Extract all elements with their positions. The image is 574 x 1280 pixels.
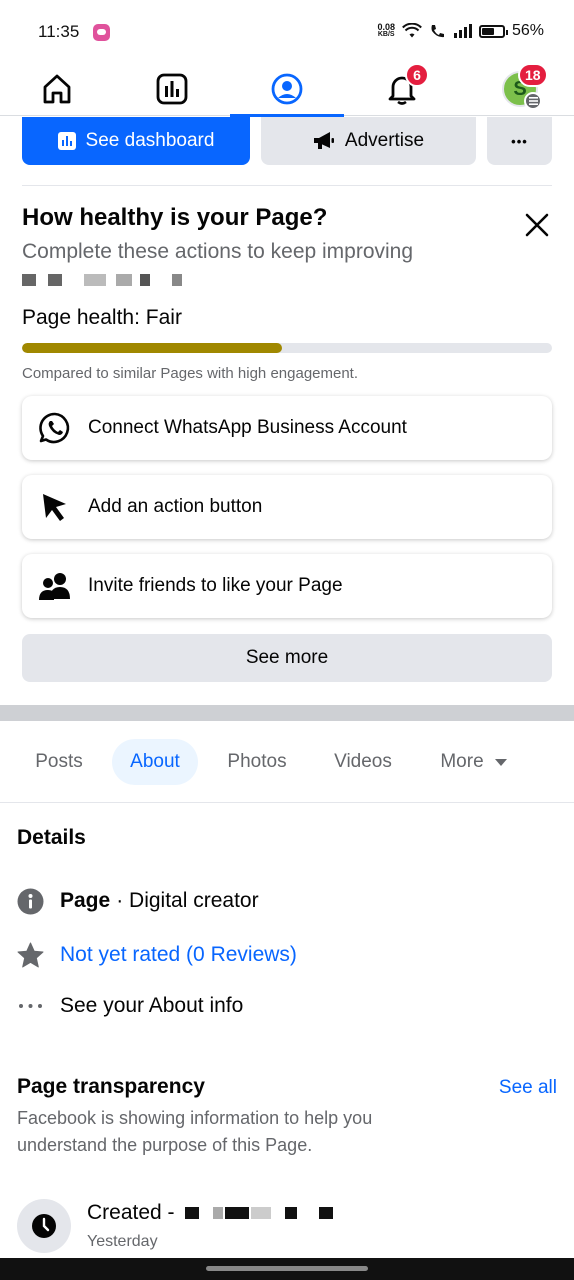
more-icon: ••• bbox=[511, 133, 528, 149]
details-title: Details bbox=[17, 826, 86, 849]
created-label: Created - bbox=[87, 1201, 175, 1224]
caret-down-icon bbox=[494, 759, 507, 766]
network-speed-value: 0.08 bbox=[377, 22, 395, 32]
health-progress-bar bbox=[22, 343, 552, 353]
menu-icon bbox=[524, 92, 542, 110]
created-relative-time: Yesterday bbox=[87, 1233, 158, 1250]
see-more-button[interactable]: See more bbox=[22, 634, 552, 682]
task-label: Connect WhatsApp Business Account bbox=[88, 417, 407, 438]
page-category: · Digital creator bbox=[116, 889, 259, 912]
close-icon bbox=[525, 213, 549, 237]
tab-about[interactable]: About bbox=[112, 739, 198, 785]
transparency-title: Page transparency bbox=[17, 1075, 205, 1098]
close-health-button[interactable] bbox=[522, 210, 552, 240]
nav-dashboard-tab[interactable] bbox=[142, 62, 202, 116]
page-health-label: Page health: bbox=[22, 306, 140, 329]
cursor-icon bbox=[22, 491, 88, 523]
redacted-page-name bbox=[22, 272, 202, 288]
see-dashboard-button[interactable]: See dashboard bbox=[22, 117, 250, 165]
task-add-action-button[interactable]: Add an action button bbox=[22, 475, 552, 539]
insights-icon bbox=[156, 73, 188, 105]
nav-profile-tab[interactable] bbox=[230, 62, 344, 117]
battery-icon bbox=[478, 24, 508, 38]
health-title: How healthy is your Page? bbox=[22, 204, 328, 231]
status-indicators: 0.08 KB/S 56% bbox=[377, 22, 544, 40]
transparency-description: Facebook is showing information to help … bbox=[17, 1108, 373, 1155]
nav-notifications-tab[interactable]: 6 bbox=[372, 62, 432, 116]
health-progress-fill bbox=[22, 343, 282, 353]
network-speed: 0.08 KB/S bbox=[377, 23, 395, 39]
advertise-button[interactable]: Advertise bbox=[261, 117, 476, 165]
dashboard-icon bbox=[57, 132, 76, 150]
tab-photos[interactable]: Photos bbox=[212, 739, 302, 785]
nav-menu-tab[interactable]: S 18 bbox=[490, 62, 550, 116]
tab-videos[interactable]: Videos bbox=[318, 739, 408, 785]
tab-more-label: More bbox=[440, 751, 484, 772]
page-health-value: Fair bbox=[145, 306, 182, 329]
task-connect-whatsapp[interactable]: Connect WhatsApp Business Account bbox=[22, 396, 552, 460]
wifi-calling-icon bbox=[431, 25, 444, 38]
task-label: Add an action button bbox=[88, 496, 263, 517]
tab-posts[interactable]: Posts bbox=[18, 739, 100, 785]
menu-badge: 18 bbox=[518, 63, 548, 87]
top-navigation: 6 S 18 bbox=[0, 62, 574, 117]
battery-percentage: 56% bbox=[511, 22, 544, 39]
page-health-status: Page health: Fair bbox=[22, 306, 182, 330]
home-gesture-bar[interactable] bbox=[0, 1258, 574, 1280]
created-date: Created - bbox=[87, 1201, 355, 1225]
detail-about-info[interactable]: See your About info bbox=[17, 991, 243, 1021]
info-icon bbox=[17, 888, 44, 915]
advertise-label: Advertise bbox=[344, 130, 425, 151]
app-notification-icon bbox=[93, 24, 110, 41]
tab-more[interactable]: More bbox=[424, 739, 524, 785]
task-invite-friends[interactable]: Invite friends to like your Page bbox=[22, 554, 552, 618]
health-subtitle: Complete these actions to keep improving bbox=[22, 240, 414, 263]
about-info-link[interactable]: See your About info bbox=[60, 994, 243, 1018]
page-type-label: Page bbox=[60, 889, 111, 912]
detail-page-category: Page · Digital creator bbox=[17, 886, 259, 916]
network-speed-unit: KB/S bbox=[377, 31, 395, 38]
status-time: 11:35 bbox=[38, 22, 80, 41]
more-actions-button[interactable]: ••• bbox=[487, 117, 552, 165]
rating-link[interactable]: Not yet rated (0 Reviews) bbox=[60, 943, 297, 967]
health-comparison-note: Compared to similar Pages with high enga… bbox=[22, 365, 359, 382]
section-divider bbox=[0, 705, 574, 721]
megaphone-icon bbox=[313, 132, 334, 149]
see-all-link[interactable]: See all bbox=[499, 1077, 557, 1099]
people-icon bbox=[22, 571, 88, 601]
detail-rating[interactable]: Not yet rated (0 Reviews) bbox=[17, 940, 297, 970]
clock-icon bbox=[17, 1199, 71, 1253]
notifications-badge: 6 bbox=[405, 63, 429, 87]
profile-tabs: Posts About Photos Videos More bbox=[0, 721, 574, 803]
divider bbox=[22, 185, 552, 186]
star-icon bbox=[17, 942, 44, 969]
profile-icon bbox=[271, 73, 303, 105]
wifi-icon bbox=[402, 23, 422, 38]
home-icon bbox=[43, 74, 71, 104]
status-bar: 11:35 0.08 KB/S 56% bbox=[0, 0, 574, 62]
task-label: Invite friends to like your Page bbox=[88, 575, 343, 596]
whatsapp-icon bbox=[22, 411, 88, 445]
signal-icon bbox=[453, 24, 472, 38]
page-action-row: See dashboard Advertise ••• bbox=[22, 117, 552, 165]
redacted-created-date bbox=[184, 1205, 355, 1221]
more-dots-icon bbox=[17, 993, 44, 1020]
nav-home-tab[interactable] bbox=[27, 62, 87, 116]
see-dashboard-label: See dashboard bbox=[85, 130, 215, 151]
